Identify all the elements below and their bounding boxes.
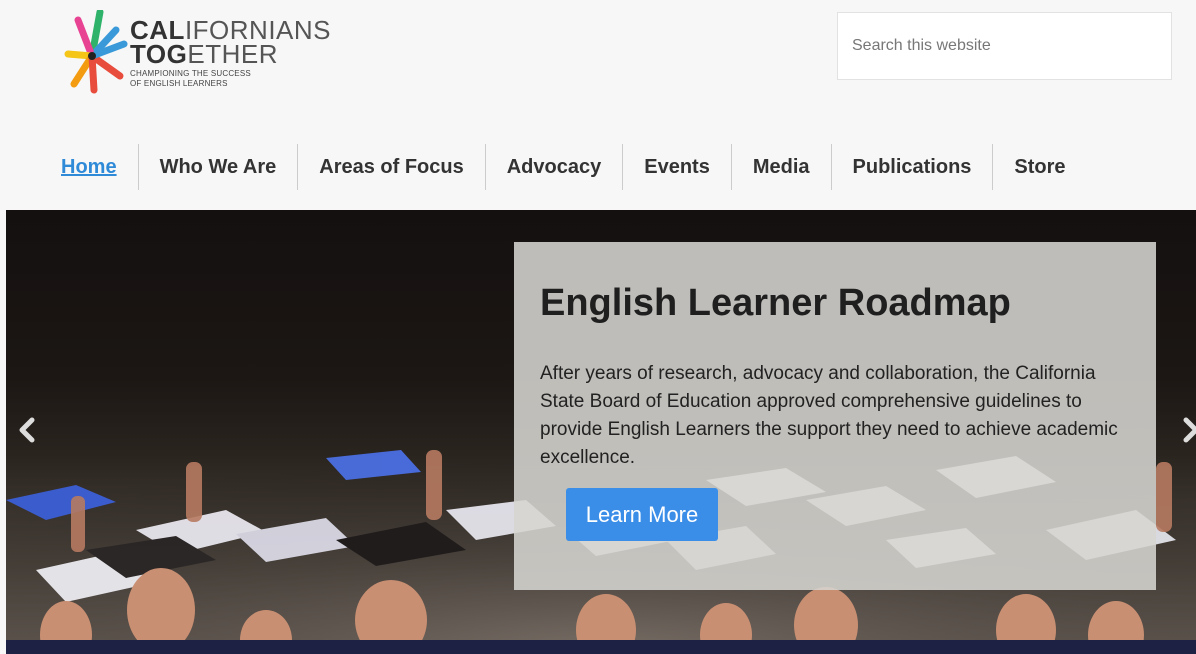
logo-text-ether: ETHER bbox=[187, 39, 278, 69]
hero-slider: English Learner Roadmap After years of r… bbox=[6, 210, 1196, 654]
main-nav: Home Who We Are Areas of Focus Advocacy … bbox=[40, 144, 1087, 190]
chevron-left-icon bbox=[19, 417, 35, 443]
learn-more-button[interactable]: Learn More bbox=[566, 488, 718, 541]
hero-description: After years of research, advocacy and co… bbox=[540, 363, 1118, 468]
logo-tagline: CHAMPIONING THE SUCCESS OF ENGLISH LEARN… bbox=[130, 69, 331, 89]
hero-caption-panel: English Learner Roadmap After years of r… bbox=[514, 242, 1156, 590]
logo-wordmark: CALIFORNIANS TOGETHER CHAMPIONING THE SU… bbox=[130, 17, 331, 89]
nav-item-events[interactable]: Events bbox=[622, 144, 731, 190]
slider-prev-button[interactable] bbox=[12, 410, 42, 450]
nav-item-advocacy[interactable]: Advocacy bbox=[484, 144, 623, 190]
slider-next-button[interactable] bbox=[1176, 410, 1196, 450]
nav-item-media[interactable]: Media bbox=[730, 144, 831, 190]
nav-item-publications[interactable]: Publications bbox=[830, 144, 993, 190]
logo-text-tog: TOG bbox=[130, 39, 188, 69]
search-input[interactable] bbox=[838, 13, 1171, 79]
nav-item-home[interactable]: Home bbox=[40, 144, 138, 190]
nav-item-who-we-are[interactable]: Who We Are bbox=[137, 144, 298, 190]
search-box bbox=[837, 12, 1172, 80]
nav-item-areas-of-focus[interactable]: Areas of Focus bbox=[297, 144, 484, 190]
hero-title: English Learner Roadmap bbox=[540, 282, 1011, 324]
logo-tagline-line1: CHAMPIONING THE SUCCESS bbox=[130, 69, 251, 78]
logo-starburst-icon bbox=[64, 10, 128, 94]
site-logo[interactable]: CALIFORNIANS TOGETHER CHAMPIONING THE SU… bbox=[64, 10, 331, 110]
nav-item-store[interactable]: Store bbox=[992, 144, 1086, 190]
chevron-right-icon bbox=[1183, 417, 1196, 443]
site-header: CALIFORNIANS TOGETHER CHAMPIONING THE SU… bbox=[0, 0, 1196, 210]
logo-tagline-line2: OF ENGLISH LEARNERS bbox=[130, 79, 228, 88]
